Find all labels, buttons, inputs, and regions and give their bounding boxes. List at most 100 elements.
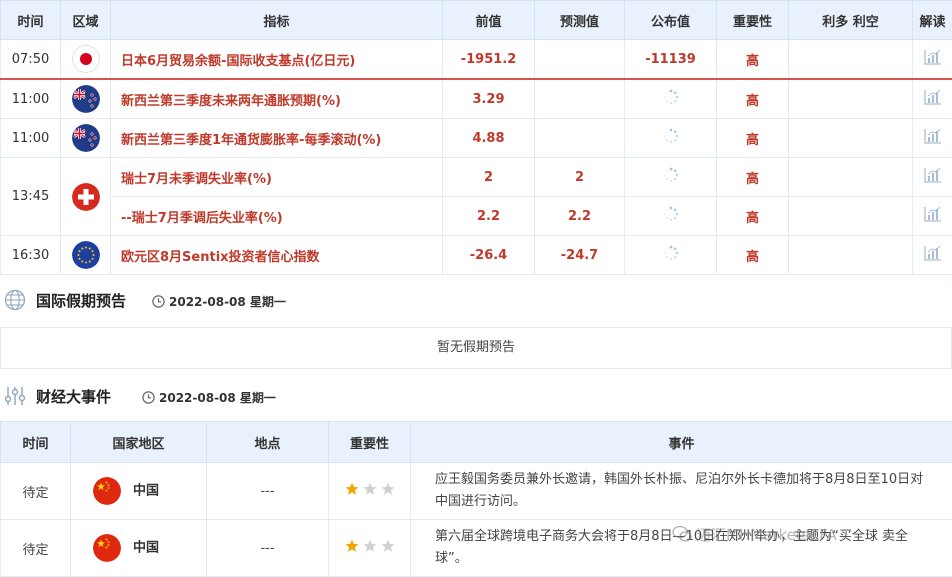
importance-value: 高 xyxy=(717,79,789,119)
indicator-link[interactable]: --瑞士7月季调后失业率(%) xyxy=(111,197,443,236)
event-country: 中国 xyxy=(71,520,207,577)
col-header-time: 时间 xyxy=(1,1,61,40)
events-date: 2022-08-08 星期一 xyxy=(142,389,276,407)
holiday-empty-box: 暂无假期预告 xyxy=(0,327,952,369)
row-time: 16:30 xyxy=(1,236,61,275)
indicator-link[interactable]: 日本6月贸易余额-国际收支基点(亿日元) xyxy=(111,40,443,80)
event-time: 待定 xyxy=(1,463,71,520)
forecast-value: 2.2 xyxy=(535,197,625,236)
previous-value: -26.4 xyxy=(443,236,535,275)
analysis-chart-icon[interactable] xyxy=(924,89,942,109)
bull-bear-cell xyxy=(789,197,913,236)
event-country: 中国 xyxy=(71,463,207,520)
calendar-row: --瑞士7月季调后失业率(%) 2.2 2.2 高 xyxy=(1,197,952,236)
analysis-chart-icon[interactable] xyxy=(924,49,942,69)
bull-bear-cell xyxy=(789,158,913,197)
col-header-bull-bear: 利多 利空 xyxy=(789,1,913,40)
event-country-name: 中国 xyxy=(133,484,159,499)
events-col-location: 地点 xyxy=(207,422,329,463)
japan-flag-icon xyxy=(72,45,100,73)
event-importance-stars xyxy=(329,463,411,520)
events-header-row: 时间 国家地区 地点 重要性 事件 xyxy=(1,422,952,463)
row-region xyxy=(61,119,111,158)
forecast-value xyxy=(535,40,625,80)
actual-value-pending xyxy=(625,197,717,236)
indicator-link[interactable]: 新西兰第三季度1年通货膨胀率-每季滚动(%) xyxy=(111,119,443,158)
forecast-value: -24.7 xyxy=(535,236,625,275)
indicator-link[interactable]: 新西兰第三季度未来两年通胀预期(%) xyxy=(111,79,443,119)
col-header-indicator: 指标 xyxy=(111,1,443,40)
bull-bear-cell xyxy=(789,119,913,158)
analysis-chart-icon[interactable] xyxy=(924,167,942,187)
col-header-importance: 重要性 xyxy=(717,1,789,40)
events-title: 财经大事件 xyxy=(36,386,111,407)
star-empty-icon xyxy=(381,482,395,500)
analysis-cell xyxy=(913,197,952,236)
star-filled-icon xyxy=(345,482,359,500)
holiday-date: 2022-08-08 星期一 xyxy=(152,293,286,311)
loading-spinner-icon xyxy=(663,89,679,109)
analysis-chart-icon[interactable] xyxy=(924,206,942,226)
loading-spinner-icon xyxy=(663,128,679,148)
event-location: --- xyxy=(207,520,329,577)
indicator-link[interactable]: 瑞士7月未季调失业率(%) xyxy=(111,158,443,197)
importance-value: 高 xyxy=(717,197,789,236)
watermark: 迈汇MHMarketsEFA xyxy=(672,524,837,547)
wechat-icon xyxy=(672,525,692,547)
events-col-country: 国家地区 xyxy=(71,422,207,463)
event-country-name: 中国 xyxy=(133,541,159,556)
events-section-header: 财经大事件 2022-08-08 星期一 xyxy=(0,381,952,411)
globe-icon xyxy=(4,289,26,315)
holiday-section-header: 国际假期预告 2022-08-08 星期一 xyxy=(0,285,952,315)
importance-value: 高 xyxy=(717,119,789,158)
clock-icon xyxy=(142,391,155,407)
events-col-time: 时间 xyxy=(1,422,71,463)
calendar-row: 11:00 新西兰第三季度未来两年通胀预期(%) 3.29 高 xyxy=(1,79,952,119)
importance-value: 高 xyxy=(717,40,789,80)
events-col-event: 事件 xyxy=(411,422,952,463)
bull-bear-cell xyxy=(789,40,913,80)
previous-value: -1951.2 xyxy=(443,40,535,80)
actual-value-pending xyxy=(625,236,717,275)
loading-spinner-icon xyxy=(663,167,679,187)
analysis-cell xyxy=(913,79,952,119)
forecast-value xyxy=(535,119,625,158)
row-time: 11:00 xyxy=(1,119,61,158)
events-date-text: 2022-08-08 星期一 xyxy=(159,391,276,405)
events-table: 时间 国家地区 地点 重要性 事件 待定 中国 --- 应王毅国务委员兼外长邀请… xyxy=(0,421,952,577)
holiday-date-text: 2022-08-08 星期一 xyxy=(169,295,286,309)
china-flag-icon xyxy=(93,477,121,505)
analysis-chart-icon[interactable] xyxy=(924,245,942,265)
calendar-row: 16:30 欧元区8月Sentix投资者信心指数 -26.4 -24.7 高 xyxy=(1,236,952,275)
analysis-cell xyxy=(913,236,952,275)
analysis-cell xyxy=(913,119,952,158)
col-header-previous: 前值 xyxy=(443,1,535,40)
economic-calendar-table: 时间 区域 指标 前值 预测值 公布值 重要性 利多 利空 解读 07:50 日… xyxy=(0,0,952,275)
calendar-row: 13:45 瑞士7月未季调失业率(%) 2 2 高 xyxy=(1,158,952,197)
calendar-header-row: 时间 区域 指标 前值 预测值 公布值 重要性 利多 利空 解读 xyxy=(1,1,952,40)
calendar-row: 11:00 新西兰第三季度1年通货膨胀率-每季滚动(%) 4.88 高 xyxy=(1,119,952,158)
analysis-chart-icon[interactable] xyxy=(924,128,942,148)
switzerland-flag-icon xyxy=(72,183,100,211)
actual-value-pending xyxy=(625,158,717,197)
row-time: 11:00 xyxy=(1,79,61,119)
new-zealand-flag-icon xyxy=(72,85,100,113)
row-region xyxy=(61,236,111,275)
previous-value: 4.88 xyxy=(443,119,535,158)
holiday-title: 国际假期预告 xyxy=(36,290,126,311)
importance-value: 高 xyxy=(717,158,789,197)
loading-spinner-icon xyxy=(663,206,679,226)
indicator-link[interactable]: 欧元区8月Sentix投资者信心指数 xyxy=(111,236,443,275)
holiday-empty-text: 暂无假期预告 xyxy=(437,340,515,355)
new-zealand-flag-icon xyxy=(72,124,100,152)
actual-value: -11139 xyxy=(625,40,717,80)
star-empty-icon xyxy=(381,539,395,557)
calendar-row: 07:50 日本6月贸易余额-国际收支基点(亿日元) -1951.2 -1113… xyxy=(1,40,952,80)
row-time: 13:45 xyxy=(1,158,61,236)
star-empty-icon xyxy=(363,539,377,557)
china-flag-icon xyxy=(93,534,121,562)
row-region xyxy=(61,158,111,236)
star-empty-icon xyxy=(363,482,377,500)
actual-value-pending xyxy=(625,79,717,119)
event-row: 待定 中国 --- 应王毅国务委员兼外长邀请，韩国外长朴振、尼泊尔外长卡德加将于… xyxy=(1,463,952,520)
